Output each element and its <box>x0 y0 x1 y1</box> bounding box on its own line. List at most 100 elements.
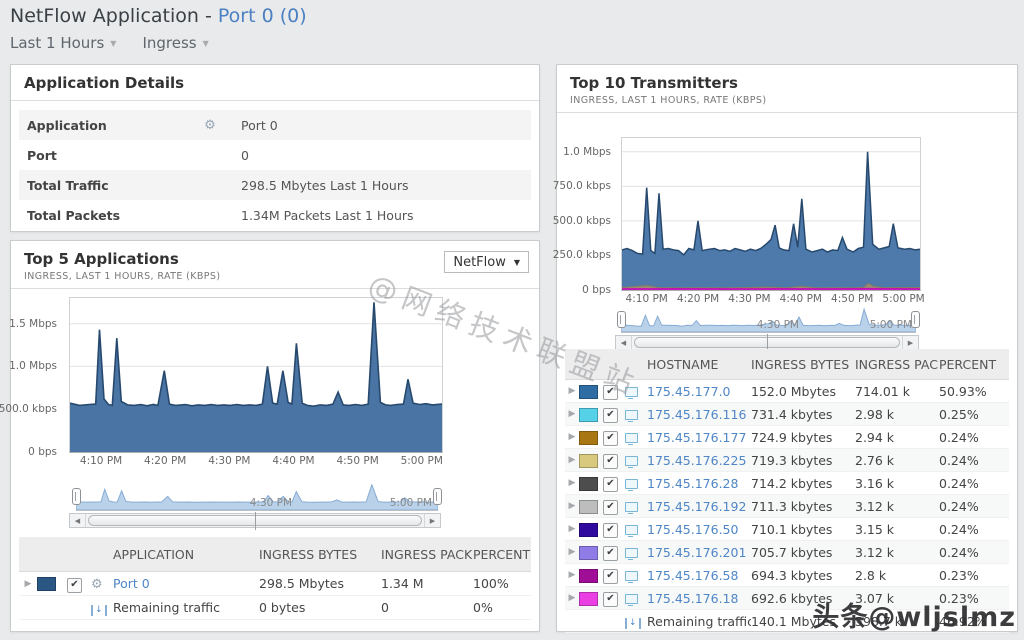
percent-cell: 0.24% <box>939 476 1009 491</box>
expand-row-icon[interactable]: ▶ <box>565 478 579 488</box>
ingress-bytes-cell: 711.3 kbytes <box>751 499 855 514</box>
expand-row-icon[interactable]: ▶ <box>19 579 37 589</box>
application-link[interactable]: Port 0 <box>113 576 150 591</box>
hostname-link[interactable]: 175.45.177.0 <box>647 384 731 399</box>
column-header[interactable]: INGRESS PACKETS <box>381 547 473 562</box>
scrollbar-thumb[interactable] <box>634 337 900 348</box>
table-row: ▶✔175.45.176.50710.1 kbytes3.15 k0.24% <box>565 518 1009 541</box>
ingress-packets-cell: 1.34 M <box>381 576 473 591</box>
application-title-link[interactable]: Port 0 (0) <box>218 5 307 27</box>
table-row: ▶✔175.45.176.116731.4 kbytes2.98 k0.25% <box>565 403 1009 426</box>
gear-icon[interactable]: ⚙ <box>179 118 241 133</box>
scrubber-handle-left[interactable] <box>617 311 626 328</box>
expand-row-icon[interactable]: ▶ <box>565 524 579 534</box>
scrubber-handle-right[interactable] <box>433 488 442 505</box>
expand-row-icon[interactable]: ▶ <box>565 386 579 396</box>
hostname-link[interactable]: 175.45.176.18 <box>647 591 738 606</box>
host-monitor-icon <box>625 594 638 604</box>
hostname-link[interactable]: 175.45.176.192 <box>647 499 746 514</box>
series-visible-checkbox[interactable]: ✔ <box>603 523 618 538</box>
expand-row-icon[interactable]: ▶ <box>565 409 579 419</box>
series-visible-checkbox[interactable]: ✔ <box>603 546 618 561</box>
ingress-bytes-cell: 692.6 kbytes <box>751 591 855 606</box>
ingress-bytes-cell: 719.3 kbytes <box>751 453 855 468</box>
y-axis-labels: 1.5 Mbps1.0 Mbps500.0 kbps0 bps <box>11 297 63 451</box>
application-details-panel: Application Details Application⚙Port 0Po… <box>10 64 540 232</box>
chart-scrollbar[interactable]: ◀ ▶ <box>615 335 919 350</box>
series-visible-checkbox[interactable]: ✔ <box>603 385 618 400</box>
hostname-link[interactable]: 175.45.176.225 <box>647 453 746 468</box>
host-monitor-icon <box>625 479 638 489</box>
x-axis-labels: 4:10 PM4:20 PM4:30 PM4:40 PM4:50 PM5:00 … <box>621 291 919 305</box>
percent-cell: 0.24% <box>939 545 1009 560</box>
expand-row-icon[interactable]: ▶ <box>565 501 579 511</box>
detail-row: Port0 <box>19 140 531 170</box>
series-visible-checkbox[interactable]: ✔ <box>67 578 82 593</box>
expand-row-icon[interactable]: ▶ <box>565 593 579 603</box>
x-axis-tick-label: 4:10 PM <box>73 455 129 467</box>
direction-filter[interactable]: Ingress ▼ <box>142 34 208 52</box>
panel-subtitle: INGRESS, LAST 1 HOURS, RATE (KBPS) <box>557 95 1017 113</box>
series-visible-checkbox[interactable]: ✔ <box>603 477 618 492</box>
detail-rows: Application⚙Port 0Port0Total Traffic298.… <box>11 101 539 230</box>
column-header[interactable]: APPLICATION <box>113 547 259 562</box>
percent-cell: 0.24% <box>939 453 1009 468</box>
scrubber-handle-right[interactable] <box>911 311 920 328</box>
scroll-left-button[interactable]: ◀ <box>616 336 632 349</box>
scroll-right-button[interactable]: ▶ <box>424 514 440 527</box>
ingress-packets-cell: 2.8 k <box>855 568 939 583</box>
ingress-packets-cell: 2.76 k <box>855 453 939 468</box>
series-visible-checkbox[interactable]: ✔ <box>603 569 618 584</box>
hostname-link[interactable]: 175.45.176.28 <box>647 476 738 491</box>
series-visible-checkbox[interactable]: ✔ <box>603 454 618 469</box>
column-header[interactable]: PERCENT <box>939 357 1009 372</box>
hostname-link[interactable]: 175.45.176.58 <box>647 568 738 583</box>
table-row: ▶✔175.45.176.58694.3 kbytes2.8 k0.23% <box>565 564 1009 587</box>
time-range-scrubber[interactable]: 4:30 PM 5:00 PM <box>76 484 438 510</box>
detail-label: Total Traffic <box>19 178 179 193</box>
scrubber-time-label: 4:30 PM <box>250 497 292 509</box>
expand-row-icon[interactable]: ▶ <box>565 547 579 557</box>
percent-cell: 0.24% <box>939 522 1009 537</box>
scroll-left-button[interactable]: ◀ <box>70 514 86 527</box>
percent-cell: 0% <box>473 600 531 615</box>
scrubber-handle-left[interactable] <box>72 488 81 505</box>
scrollbar-thumb[interactable] <box>88 515 422 526</box>
remaining-traffic-label: Remaining traffic <box>647 614 751 629</box>
series-visible-checkbox[interactable]: ✔ <box>603 592 618 607</box>
column-header[interactable]: INGRESS PACKETS <box>855 357 939 372</box>
host-monitor-icon <box>625 433 638 443</box>
expand-row-icon[interactable]: ▶ <box>565 455 579 465</box>
detail-label: Application <box>19 118 179 133</box>
time-range-scrubber[interactable]: 4:30 PM 5:00 PM <box>621 307 916 332</box>
column-header[interactable]: INGRESS BYTES <box>751 357 855 372</box>
column-header[interactable]: PERCENT <box>473 547 531 562</box>
column-header[interactable]: INGRESS BYTES <box>259 547 381 562</box>
series-visible-checkbox[interactable]: ✔ <box>603 408 618 423</box>
detail-row: Total Packets1.34M Packets Last 1 Hours <box>19 200 531 230</box>
x-axis-labels: 4:10 PM4:20 PM4:30 PM4:40 PM4:50 PM5:00 … <box>69 453 441 467</box>
ingress-bytes-cell: 714.2 kbytes <box>751 476 855 491</box>
time-range-filter[interactable]: Last 1 Hours ▼ <box>10 34 116 52</box>
expand-row-icon[interactable]: ▶ <box>565 570 579 580</box>
ingress-packets-cell: 2.94 k <box>855 430 939 445</box>
remaining-traffic-row: ↓Remaining traffic0 bytes00% <box>19 596 531 620</box>
x-axis-tick-label: 4:50 PM <box>824 293 880 305</box>
hostname-link[interactable]: 175.45.176.201 <box>647 545 746 560</box>
chart-source-dropdown[interactable]: NetFlow ▼ <box>444 251 529 273</box>
host-monitor-icon <box>625 387 638 397</box>
series-visible-checkbox[interactable]: ✔ <box>603 431 618 446</box>
percent-cell: 100% <box>473 576 531 591</box>
hostname-link[interactable]: 175.45.176.116 <box>647 407 746 422</box>
chevron-down-icon: ▼ <box>110 39 116 48</box>
scroll-right-button[interactable]: ▶ <box>902 336 918 349</box>
detail-value: Port 0 <box>241 118 531 133</box>
expand-row-icon[interactable]: ▶ <box>565 432 579 442</box>
column-header[interactable]: HOSTNAME <box>647 357 751 372</box>
series-visible-checkbox[interactable]: ✔ <box>603 500 618 515</box>
x-axis-tick-label: 5:00 PM <box>876 293 932 305</box>
chart-scrollbar[interactable]: ◀ ▶ <box>69 513 441 528</box>
hostname-link[interactable]: 175.45.176.177 <box>647 430 746 445</box>
hostname-link[interactable]: 175.45.176.50 <box>647 522 738 537</box>
table-row: ▶✔175.45.176.177724.9 kbytes2.94 k0.24% <box>565 426 1009 449</box>
